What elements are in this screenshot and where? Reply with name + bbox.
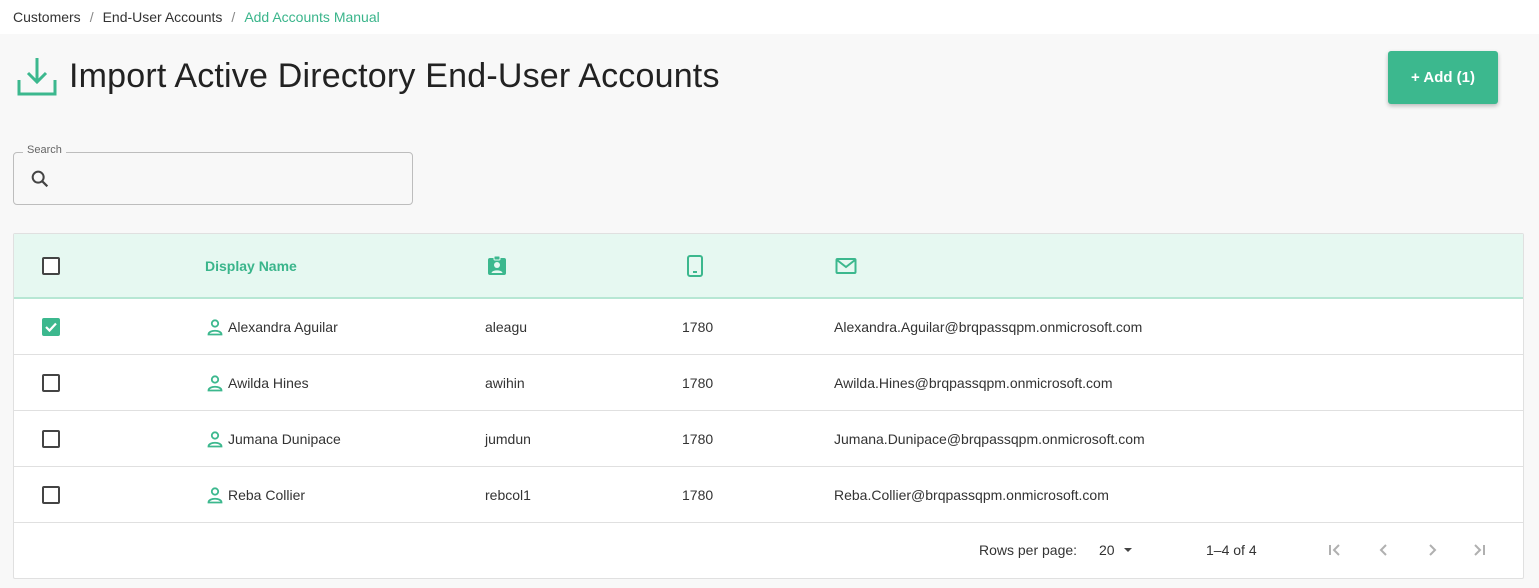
rows-per-page-value: 20 [1099,542,1115,558]
select-all-checkbox[interactable] [42,256,60,275]
display-name: Jumana Dunipace [228,431,341,447]
person-icon [207,487,223,504]
search-label: Search [23,144,66,156]
search-input[interactable] [60,163,400,195]
breadcrumb-customers[interactable]: Customers [13,9,81,25]
table-row[interactable]: Reba Collier rebcol1 1780 Reba.Collier@b… [14,467,1523,523]
phone-cell: 1780 [682,487,714,503]
username-cell: aleagu [485,319,528,335]
table-row[interactable]: Jumana Dunipace jumdun 1780 Jumana.Dunip… [14,411,1523,467]
pagination-range: 1–4 of 4 [1206,542,1257,558]
previous-page-button[interactable] [1374,522,1394,578]
rows-per-page-label: Rows per page: [979,542,1078,558]
select-all-cell [42,234,60,297]
display-name-cell: Alexandra Aguilar [206,299,338,355]
column-display-name-label: Display Name [205,257,297,274]
person-icon [207,319,223,336]
breadcrumb: Customers / End-User Accounts / Add Acco… [0,0,1539,34]
breadcrumb-current: Add Accounts Manual [244,9,380,25]
row-checkbox-checked[interactable] [42,318,60,336]
breadcrumb-separator: / [231,9,236,25]
first-page-button[interactable] [1325,522,1345,578]
mail-icon [835,257,857,274]
column-email[interactable] [835,234,857,297]
row-checkbox[interactable] [42,374,60,392]
display-name-cell: Jumana Dunipace [206,411,341,467]
checkmark-icon [45,322,57,333]
column-username[interactable] [486,234,508,297]
display-name: Reba Collier [228,487,306,503]
email-cell: Alexandra.Aguilar@brqpassqpm.onmicrosoft… [834,319,1143,335]
chevron-right-icon [1429,544,1437,556]
table-row[interactable]: Awilda Hines awihin 1780 Awilda.Hines@br… [14,355,1523,411]
username-cell: awihin [485,375,525,391]
search-icon [31,170,49,188]
email-cell: Awilda.Hines@brqpassqpm.onmicrosoft.com [834,375,1113,391]
breadcrumb-separator: / [89,9,94,25]
search-field[interactable]: Search [13,144,413,205]
download-icon [17,58,57,96]
column-display-name[interactable]: Display Name [205,234,297,297]
display-name-cell: Awilda Hines [206,355,309,411]
row-select-cell [42,355,60,411]
first-page-icon [1329,544,1340,556]
row-select-cell [42,411,60,467]
accounts-table: Display Name Alexandra Aguilar aleagu 17… [13,233,1524,579]
row-select-cell [42,299,60,355]
display-name-cell: Reba Collier [206,467,305,523]
person-icon [207,431,223,448]
email-cell: Reba.Collier@brqpassqpm.onmicrosoft.com [834,487,1109,503]
breadcrumb-end-user-accounts[interactable]: End-User Accounts [103,9,223,25]
username-cell: rebcol1 [485,487,531,503]
username-cell: jumdun [485,431,531,447]
table-header: Display Name [14,234,1523,299]
column-phone[interactable] [685,234,705,297]
phone-cell: 1780 [682,319,714,335]
next-page-button[interactable] [1422,522,1442,578]
phone-cell: 1780 [682,375,714,391]
page-title: Import Active Directory End-User Account… [69,56,720,95]
last-page-button[interactable] [1469,522,1489,578]
last-page-icon [1474,544,1485,556]
phone-cell: 1780 [682,431,714,447]
table-pagination: Rows per page: 20 1–4 of 4 [14,522,1523,578]
add-button[interactable]: + Add (1) [1388,51,1498,104]
row-select-cell [42,467,60,523]
chevron-left-icon [1379,544,1387,556]
row-checkbox[interactable] [42,486,60,504]
page-header: Import Active Directory End-User Account… [15,54,720,98]
rows-per-page-select[interactable]: 20 [1099,522,1137,578]
email-cell: Jumana.Dunipace@brqpassqpm.onmicrosoft.c… [834,431,1145,447]
person-icon [207,375,223,392]
badge-icon [488,255,506,275]
table-row[interactable]: Alexandra Aguilar aleagu 1780 Alexandra.… [14,299,1523,355]
display-name: Alexandra Aguilar [228,319,338,335]
row-checkbox[interactable] [42,430,60,448]
phone-icon [687,254,703,277]
caret-down-icon [1123,548,1132,552]
display-name: Awilda Hines [228,375,309,391]
